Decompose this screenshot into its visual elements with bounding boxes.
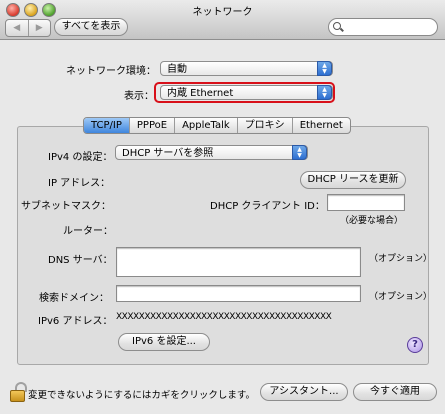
ipv4-config-label: IPv4 の設定：	[48, 152, 113, 163]
router-label: ルーター：	[63, 226, 113, 237]
search-icon	[333, 22, 341, 30]
highlight-outline	[154, 82, 335, 103]
ipv4-config-popup[interactable]: DHCP サーバを参照 ▲ ▼	[115, 145, 308, 160]
tab-appletalk[interactable]: AppleTalk	[175, 118, 238, 133]
location-popup[interactable]: 自動 ▲ ▼	[160, 61, 333, 76]
dhcp-client-id-label: DHCP クライアント ID：	[210, 201, 325, 212]
show-all-button[interactable]: すべてを表示	[54, 18, 128, 36]
location-label: ネットワーク環境：	[66, 66, 156, 77]
apply-now-button[interactable]: 今すぐ適用	[353, 383, 437, 401]
help-button[interactable]: ?	[407, 337, 423, 353]
assistant-button[interactable]: アシスタント...	[260, 383, 348, 401]
ip-address-label: IP アドレス：	[48, 178, 111, 189]
dns-server-hint: （オプション）	[369, 254, 433, 264]
popup-arrows-icon: ▲ ▼	[317, 61, 332, 76]
lock-message: 変更できないようにするにはカギをクリックします。	[28, 390, 255, 401]
tab-ethernet[interactable]: Ethernet	[293, 118, 350, 133]
search-domains-hint: （オプション）	[369, 292, 433, 302]
search-domains-label: 検索ドメイン：	[39, 293, 109, 304]
tab-pppoe[interactable]: PPPoE	[130, 118, 176, 133]
back-forward-control[interactable]: ◀ ▶	[5, 19, 51, 37]
network-preferences-window: ネットワーク ◀ ▶ すべてを表示 ネットワーク環境： 自動 ▲ ▼ 表示： 内蔵…	[0, 0, 445, 414]
subnet-mask-label: サブネットマスク：	[21, 201, 111, 212]
window-title: ネットワーク	[192, 7, 253, 18]
search-input[interactable]	[345, 20, 437, 35]
ipv4-config-value: DHCP サーバを参照	[122, 148, 214, 159]
back-arrow-icon[interactable]: ◀	[6, 20, 29, 36]
renew-dhcp-lease-button[interactable]: DHCP リースを更新	[300, 171, 406, 189]
title-bar: ネットワーク ◀ ▶ すべてを表示	[0, 0, 445, 40]
dns-server-label: DNS サーバ：	[48, 255, 113, 266]
lock-icon[interactable]	[10, 382, 27, 402]
ipv6-address-label: IPv6 アドレス：	[38, 316, 113, 327]
forward-arrow-icon[interactable]: ▶	[29, 20, 51, 36]
ipv6-address-value: XXXXXXXXXXXXXXXXXXXXXXXXXXXXXXXXXXXXXX	[116, 312, 332, 322]
location-value: 自動	[167, 64, 187, 75]
tab-tcpip[interactable]: TCP/IP	[84, 118, 130, 133]
dns-server-field[interactable]	[116, 247, 361, 277]
dhcp-client-id-hint: （必要な場合）	[340, 216, 404, 226]
show-label: 表示：	[124, 91, 154, 102]
popup-arrows-icon: ▲ ▼	[292, 145, 307, 160]
configure-ipv6-button[interactable]: IPv6 を設定...	[118, 333, 210, 351]
tab-bar: TCP/IP PPPoE AppleTalk プロキシ Ethernet	[83, 117, 351, 134]
search-domains-field[interactable]	[116, 285, 361, 302]
search-field[interactable]	[328, 18, 438, 36]
dhcp-client-id-field[interactable]	[327, 194, 405, 211]
tab-proxy[interactable]: プロキシ	[238, 118, 293, 133]
